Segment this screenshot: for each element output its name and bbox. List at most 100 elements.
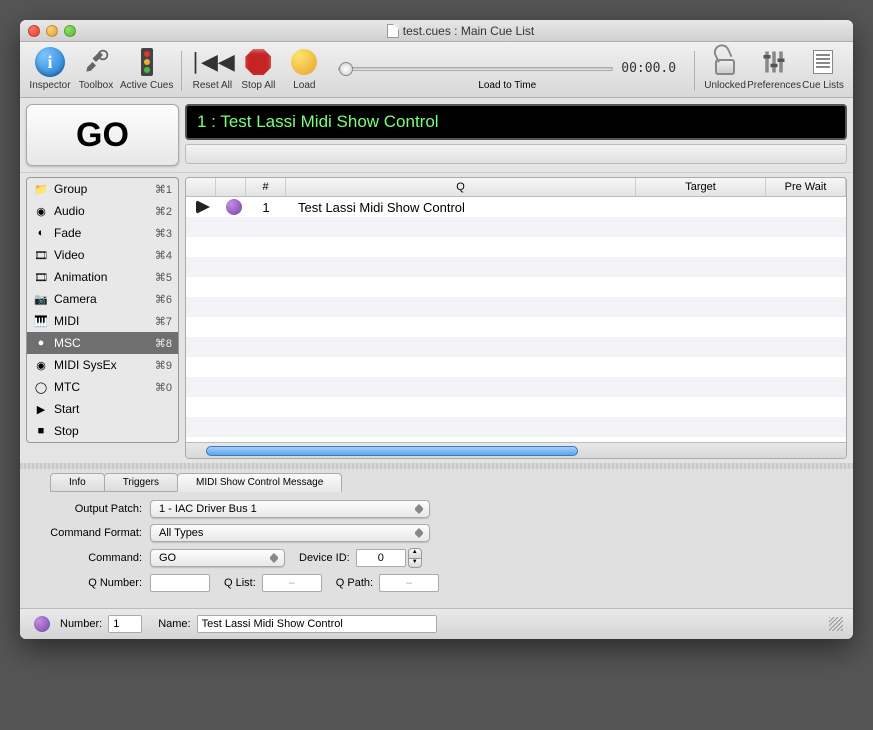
app-window: test.cues : Main Cue List i Inspector To… [20,20,853,639]
cue-type-icon: 🎞 [33,269,49,285]
sidebar-item-label: MIDI SysEx [54,358,155,372]
command-dropdown[interactable]: GO [150,549,285,567]
unlocked-button[interactable]: Unlocked [703,46,747,91]
sidebar-item-label: Audio [54,204,155,218]
sidebar-shortcut: ⌘2 [155,205,172,218]
sidebar-item-camera[interactable]: 📷Camera⌘6 [27,288,178,310]
resize-grip[interactable] [829,617,843,631]
table-body[interactable]: 1Test Lassi Midi Show Control [186,197,846,442]
sidebar-shortcut: ⌘1 [155,183,172,196]
switches-icon [758,46,790,78]
load-icon [291,49,317,75]
footer-number-input[interactable] [108,615,142,633]
cue-type-icon [34,616,50,632]
sidebar-item-label: Video [54,248,155,262]
wrench-icon [80,46,112,78]
col-flag[interactable] [186,178,216,196]
sidebar-item-group[interactable]: 📁 Group⌘1 [27,178,178,200]
sidebar-item-label: Start [54,402,172,416]
list-icon [813,50,833,74]
q-list-label: Q List: [224,577,256,589]
load-to-time-label: Load to Time [478,80,536,91]
sidebar-item-fade[interactable]: ◐Fade⌘3 [27,222,178,244]
scrollbar-thumb[interactable] [206,446,578,456]
command-format-dropdown[interactable]: All Types [150,524,430,542]
toolbox-button[interactable]: Toolbox [74,46,118,91]
cue-type-icon: ▶ [33,401,49,417]
command-format-label: Command Format: [30,527,150,539]
col-target[interactable]: Target [636,178,766,196]
document-icon [387,24,399,38]
device-id-label: Device ID: [299,552,350,564]
stop-all-button[interactable]: Stop All [236,46,280,91]
cue-type-icon: ● [33,335,49,351]
device-id-input[interactable] [356,549,406,567]
titlebar: test.cues : Main Cue List [20,20,853,42]
col-pre-wait[interactable]: Pre Wait [766,178,846,196]
tab-msc[interactable]: MIDI Show Control Message [177,473,342,492]
q-path-label: Q Path: [336,577,373,589]
cue-type-icon: 📁 [33,181,49,197]
reset-all-button[interactable]: ∣◀◀ Reset All [190,46,234,91]
time-slider[interactable] [338,67,613,71]
cue-lists-button[interactable]: Cue Lists [801,46,845,91]
cue-table: # Q Target Pre Wait 1Test Lassi Midi Sho… [185,177,847,459]
load-button[interactable]: Load [282,46,326,91]
q-list-input[interactable] [262,574,322,592]
output-patch-dropdown[interactable]: 1 - IAC Driver Bus 1 [150,500,430,518]
sidebar-item-start[interactable]: ▶ Start [27,398,178,420]
sidebar-item-mtc[interactable]: ◯ MTC⌘0 [27,376,178,398]
tab-triggers[interactable]: Triggers [104,473,178,492]
sidebar-shortcut: ⌘7 [155,315,172,328]
device-id-stepper[interactable]: ▲▼ [408,548,422,568]
sidebar-item-label: Camera [54,292,155,306]
minimize-button[interactable] [46,25,58,37]
cue-type-icon: ◐ [33,225,49,241]
sidebar-item-stop[interactable]: ■Stop [27,420,178,442]
rewind-icon: ∣◀◀ [196,46,228,78]
flag-icon [196,200,210,214]
q-number-input[interactable] [150,574,210,592]
window-title: test.cues : Main Cue List [76,24,845,38]
sidebar-item-label: Group [54,182,155,196]
col-type[interactable] [216,178,246,196]
sidebar-item-label: MTC [54,380,155,394]
table-row[interactable]: 1Test Lassi Midi Show Control [186,197,846,217]
status-bar [185,144,847,164]
sidebar-shortcut: ⌘9 [155,359,172,372]
zoom-button[interactable] [64,25,76,37]
sidebar-shortcut: ⌘6 [155,293,172,306]
active-cues-button[interactable]: Active Cues [120,46,173,91]
close-button[interactable] [28,25,40,37]
cell-target [636,204,766,210]
cell-q: Test Lassi Midi Show Control [286,197,636,218]
go-button[interactable]: GO [26,104,179,166]
sidebar-item-audio[interactable]: ◉Audio⌘2 [27,200,178,222]
sidebar-item-midi-sysex[interactable]: ◉MIDI SysEx⌘9 [27,354,178,376]
inspector-button[interactable]: i Inspector [28,46,72,91]
time-display: 00:00.0 [621,61,676,76]
sidebar-item-msc[interactable]: ●MSC⌘8 [27,332,178,354]
col-number[interactable]: # [246,178,286,196]
traffic-light-icon [131,46,163,78]
col-q[interactable]: Q [286,178,636,196]
tab-info[interactable]: Info [50,473,105,492]
current-cue-display: 1 : Test Lassi Midi Show Control [185,104,847,140]
sidebar-item-animation[interactable]: 🎞Animation⌘5 [27,266,178,288]
footer-name-input[interactable] [197,615,437,633]
sidebar-shortcut: ⌘0 [155,381,172,394]
sidebar-shortcut: ⌘8 [155,337,172,350]
footer-number-label: Number: [60,618,102,630]
cue-type-icon: ◯ [33,379,49,395]
separator [181,51,182,91]
slider-thumb[interactable] [339,62,353,76]
horizontal-scrollbar[interactable] [186,442,846,458]
preferences-button[interactable]: Preferences [747,46,801,91]
footer: Number: Name: [20,608,853,639]
table-header: # Q Target Pre Wait [186,178,846,197]
sidebar-item-midi[interactable]: 🎹MIDI⌘7 [27,310,178,332]
footer-name-label: Name: [158,618,190,630]
cue-type-icon: ■ [33,423,49,439]
q-path-input[interactable] [379,574,439,592]
sidebar-item-video[interactable]: 🎞Video⌘4 [27,244,178,266]
